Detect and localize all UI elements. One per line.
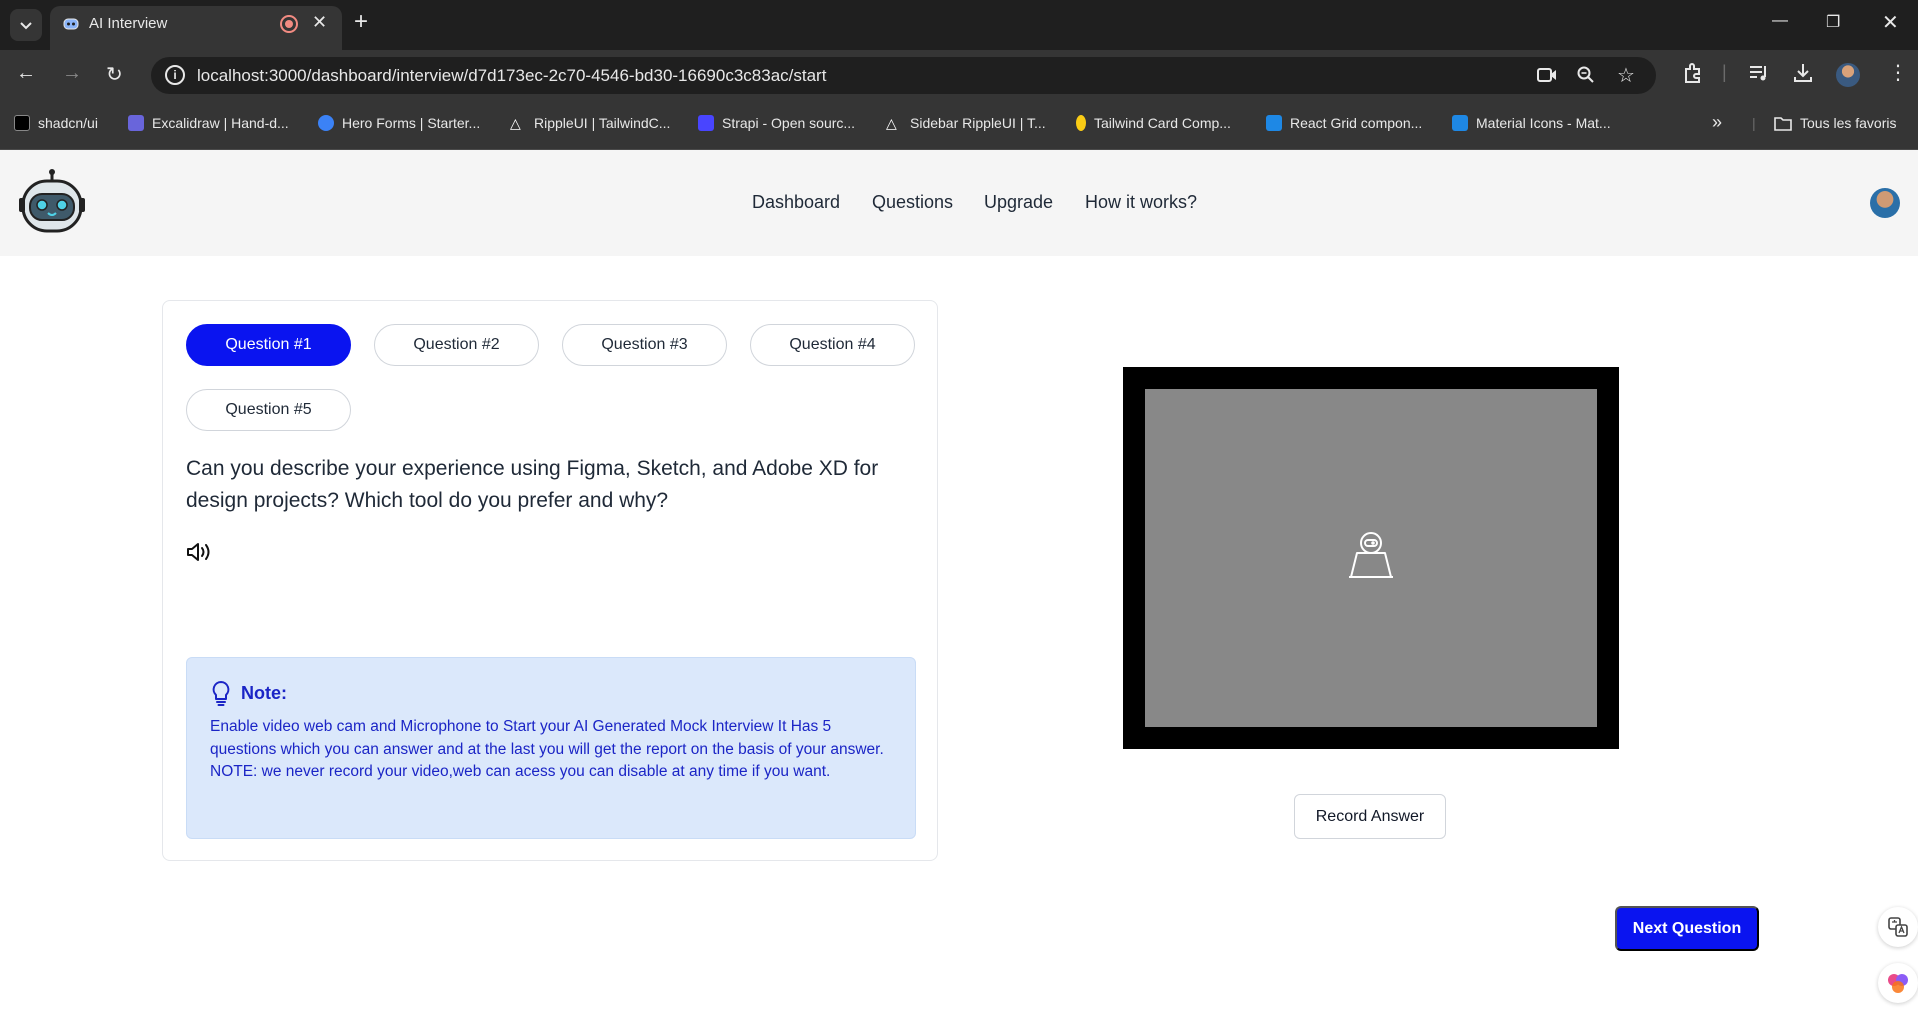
close-tab-icon[interactable]: ✕ [312,12,327,33]
speaker-icon[interactable] [186,541,214,563]
all-bookmarks-label: Tous les favoris [1800,115,1897,131]
note-title: Note: [241,682,287,703]
download-icon[interactable] [1792,62,1814,84]
bookmark-label: shadcn/ui [38,115,98,131]
rippleui-logo-icon: △ [886,115,897,131]
browser-toolbar: ← → ↻ i localhost:3000/dashboard/intervi… [0,50,1918,100]
mui-logo-icon [1266,115,1282,131]
bookmark-label: Material Icons - Mat... [1476,115,1611,131]
question-text: Can you describe your experience using F… [186,457,879,512]
webcam-frame [1123,367,1619,749]
minimize-icon[interactable]: — [1772,12,1788,30]
bookmarks-divider: | [1752,115,1756,131]
note-box: Note: Enable video web cam and Microphon… [186,657,916,839]
bookmark-label: Strapi - Open sourc... [722,115,856,131]
chevron-down-icon [20,22,32,30]
extensions-icon[interactable] [1682,62,1704,84]
all-bookmarks-folder[interactable]: Tous les favoris [1774,115,1896,131]
tab-question-5[interactable]: Question #5 [186,389,351,431]
url-text[interactable]: localhost:3000/dashboard/interview/d7d17… [197,66,826,86]
next-question-button[interactable]: Next Question [1615,906,1759,951]
translate-icon[interactable] [1878,907,1918,947]
question-card: Question #1 Question #2 Question #3 Ques… [162,300,938,861]
bookmark-item[interactable]: △ Sidebar RippleUI | T... [886,115,1046,131]
nav-dashboard[interactable]: Dashboard [752,192,840,213]
site-info-icon[interactable]: i [165,65,185,85]
bookmark-item[interactable]: Material Icons - Mat... [1452,115,1611,131]
recording-indicator-icon [280,15,298,33]
reload-icon[interactable]: ↻ [106,62,123,87]
rippleui-logo-icon: △ [510,115,521,131]
more-bookmarks-icon[interactable]: » [1712,112,1722,133]
forward-icon[interactable]: → [62,62,82,85]
bookmark-item[interactable]: Hero Forms | Starter... [318,115,480,131]
ai-assistant-icon[interactable] [1878,963,1918,1003]
back-icon[interactable]: ← [16,62,36,85]
profile-avatar[interactable] [1836,63,1860,87]
address-bar[interactable]: i localhost:3000/dashboard/interview/d7d… [151,57,1656,94]
tab-question-1[interactable]: Question #1 [186,324,351,366]
folder-icon [1774,117,1792,131]
bookmark-item[interactable]: △ RippleUI | TailwindC... [510,115,670,131]
robot-favicon-icon [63,18,79,30]
note-header: Note: [211,680,287,706]
webcam-placeholder [1145,389,1597,727]
bookmark-item[interactable]: Tailwind Card Comp... [1076,115,1231,131]
strapi-logo-icon [698,115,714,131]
note-body: Enable video web cam and Microphone to S… [210,718,884,780]
bookmark-label: Excalidraw | Hand-d... [152,115,289,131]
bookmark-label: RippleUI | TailwindC... [534,115,671,131]
tab-title: AI Interview [89,15,168,32]
nav-upgrade[interactable]: Upgrade [984,192,1053,213]
bookmarks-bar: shadcn/ui Excalidraw | Hand-d... Hero Fo… [0,100,1918,150]
bookmark-item[interactable]: Strapi - Open sourc... [698,115,855,131]
robot-logo-icon[interactable] [18,168,86,238]
nav-how-it-works[interactable]: How it works? [1085,192,1197,213]
tab-search-button[interactable] [10,9,42,41]
mui-logo-icon [1452,115,1468,131]
browser-menu-icon[interactable]: ⋮ [1888,60,1908,85]
bookmark-label: Sidebar RippleUI | T... [910,115,1046,131]
heroforms-logo-icon [318,115,334,131]
zoom-icon[interactable] [1577,66,1595,84]
record-answer-button[interactable]: Record Answer [1294,794,1446,839]
bookmark-item[interactable]: Excalidraw | Hand-d... [128,115,289,131]
toolbar-divider: | [1722,62,1727,82]
bookmark-label: React Grid compon... [1290,115,1423,131]
lightbulb-icon [212,681,230,706]
tab-question-2[interactable]: Question #2 [374,324,539,366]
camera-in-use-icon[interactable] [1537,67,1557,83]
bookmark-label: Hero Forms | Starter... [342,115,481,131]
user-avatar[interactable] [1870,188,1900,218]
bookmark-star-icon[interactable]: ☆ [1617,63,1635,88]
media-controls-icon[interactable] [1748,62,1770,84]
browser-tab-bar: AI Interview ✕ + — ❐ ✕ [0,0,1918,50]
bookmark-label: Tailwind Card Comp... [1094,115,1231,131]
new-tab-icon[interactable]: + [354,8,368,36]
bookmark-item[interactable]: shadcn/ui [14,115,98,131]
excalidraw-logo-icon [128,115,144,131]
bookmark-item[interactable]: React Grid compon... [1266,115,1422,131]
restore-icon[interactable]: ❐ [1826,12,1840,32]
webcam-icon [1349,532,1393,578]
tailwind-card-logo-icon [1076,115,1086,131]
tab-question-3[interactable]: Question #3 [562,324,727,366]
shadcn-logo-icon [14,115,30,131]
nav-questions[interactable]: Questions [872,192,953,213]
window-close-icon[interactable]: ✕ [1882,10,1899,35]
tab-question-4[interactable]: Question #4 [750,324,915,366]
app-header: Dashboard Questions Upgrade How it works… [0,150,1918,256]
